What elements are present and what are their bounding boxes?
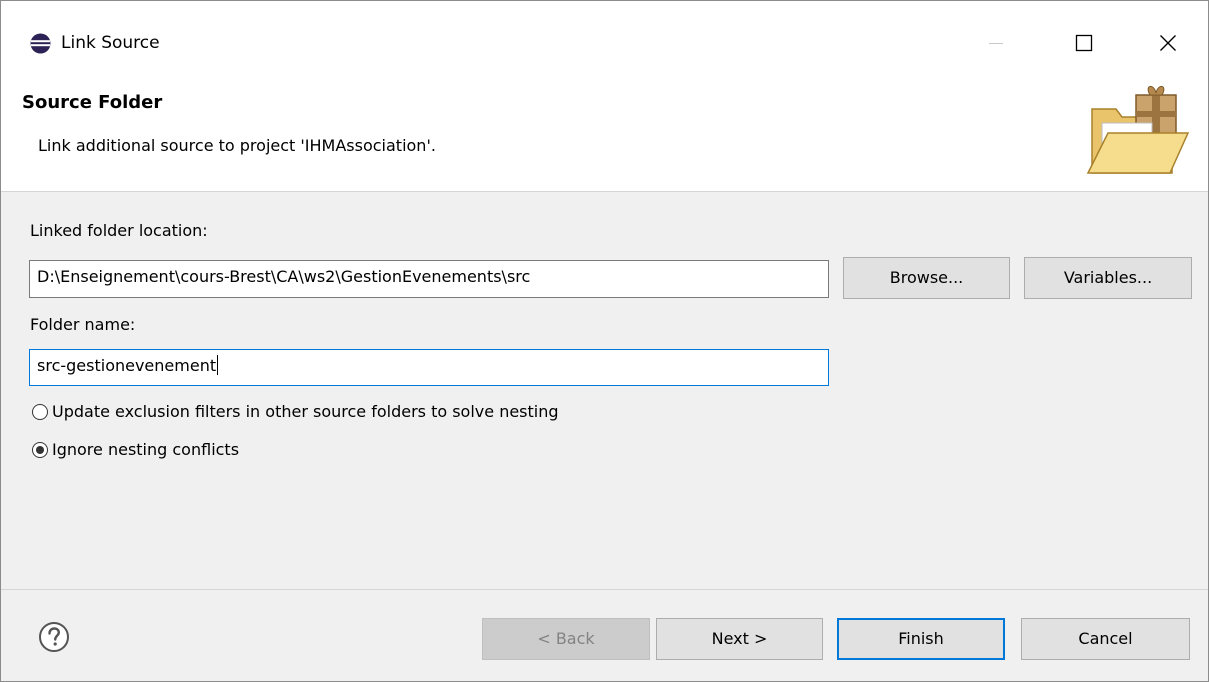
browse-button[interactable]: Browse... xyxy=(843,257,1010,299)
close-icon xyxy=(1159,34,1177,52)
cancel-button[interactable]: Cancel xyxy=(1021,618,1190,660)
back-button[interactable]: < Back xyxy=(482,618,650,660)
variables-button[interactable]: Variables... xyxy=(1024,257,1192,299)
title-bar: Link Source xyxy=(1,1,1208,71)
eclipse-icon xyxy=(30,33,51,54)
radio-update-exclusion-filters[interactable]: Update exclusion filters in other source… xyxy=(32,400,559,424)
banner-description: Link additional source to project 'IHMAs… xyxy=(38,136,436,155)
minimize-icon xyxy=(988,35,1004,51)
linked-folder-location-input[interactable]: D:\Enseignement\cours-Brest\CA\ws2\Gesti… xyxy=(29,260,829,298)
folder-name-input[interactable]: src-gestionevenement xyxy=(29,349,829,386)
window-title: Link Source xyxy=(61,33,160,53)
close-button[interactable] xyxy=(1138,21,1198,65)
linked-folder-location-label: Linked folder location: xyxy=(30,221,208,240)
wizard-banner: Source Folder Link additional source to … xyxy=(1,71,1208,192)
radio-ignore-nesting-conflicts[interactable]: Ignore nesting conflicts xyxy=(32,438,239,462)
maximize-icon xyxy=(1075,34,1093,52)
linked-folder-location-value: D:\Enseignement\cours-Brest\CA\ws2\Gesti… xyxy=(37,267,531,286)
minimize-button[interactable] xyxy=(966,21,1026,65)
text-caret xyxy=(217,355,219,375)
folder-name-value: src-gestionevenement xyxy=(37,356,217,375)
next-button[interactable]: Next > xyxy=(656,618,823,660)
radio-button-selected[interactable] xyxy=(32,442,48,458)
radio-label: Ignore nesting conflicts xyxy=(52,440,240,459)
maximize-button[interactable] xyxy=(1054,21,1114,65)
help-icon[interactable] xyxy=(38,621,70,653)
link-source-dialog: Link Source Source Folder Link additiona… xyxy=(0,0,1209,682)
radio-button[interactable] xyxy=(32,404,48,420)
radio-label: Update exclusion filters in other source… xyxy=(52,402,559,421)
finish-button[interactable]: Finish xyxy=(837,618,1005,660)
folder-name-label: Folder name: xyxy=(30,315,136,334)
banner-title: Source Folder xyxy=(22,92,163,113)
folder-with-package-icon xyxy=(1084,81,1192,181)
footer-separator xyxy=(1,589,1208,590)
